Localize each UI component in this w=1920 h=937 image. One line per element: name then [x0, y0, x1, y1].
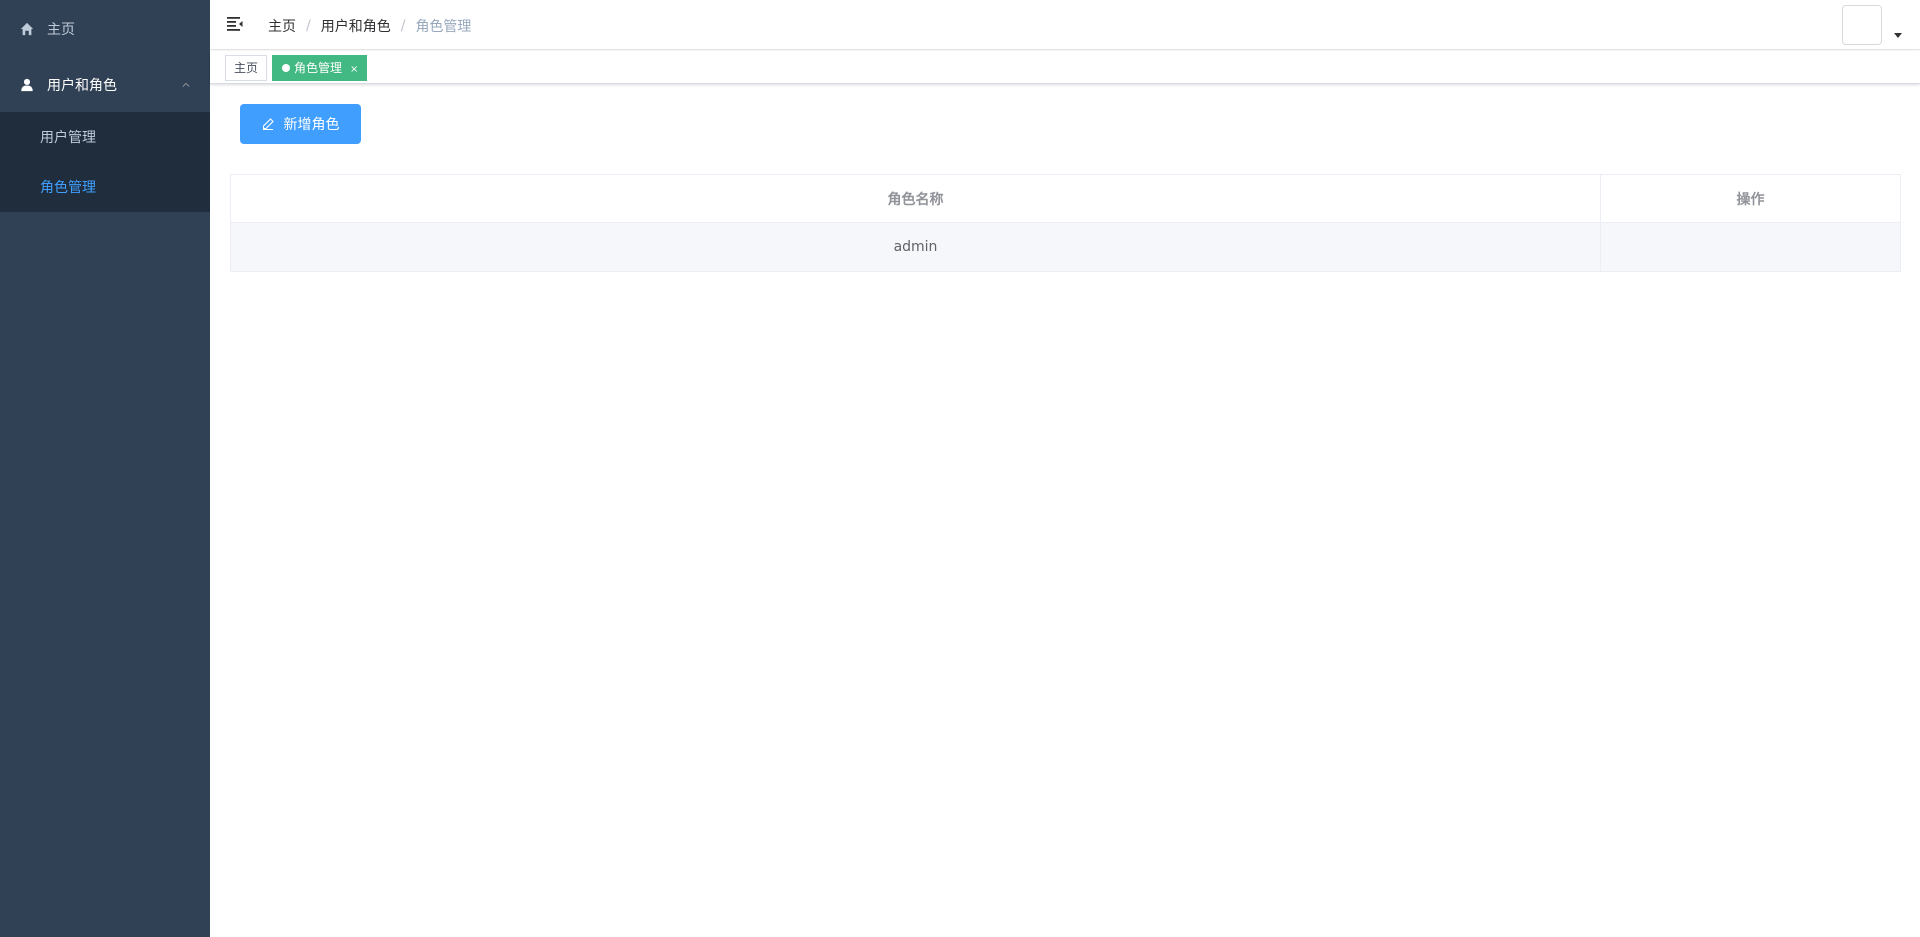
caret-down-icon[interactable] — [1894, 33, 1902, 38]
tag-home[interactable]: 主页 — [225, 55, 268, 81]
user-icon — [21, 78, 33, 92]
chevron-up-icon — [182, 82, 190, 87]
roles-table: 角色名称 操作 admin — [230, 174, 1901, 272]
column-header-actions: 操作 — [1736, 191, 1765, 208]
close-icon[interactable]: × — [350, 58, 358, 82]
sidebar-item-users-and-roles[interactable]: 用户和角色 — [0, 57, 210, 113]
add-role-button[interactable]: 新增角色 — [240, 104, 361, 144]
column-header-role-name: 角色名称 — [231, 175, 1601, 222]
breadcrumb: 主页 / 用户和角色 / 角色管理 — [268, 16, 471, 36]
sidebar-item-user-management[interactable]: 用户管理 — [0, 112, 210, 162]
sidebar-submenu: 用户管理 角色管理 — [0, 112, 210, 212]
table-row[interactable]: admin — [231, 223, 1900, 271]
breadcrumb-home[interactable]: 主页 — [268, 16, 296, 36]
avatar[interactable] — [1842, 5, 1882, 45]
sidebar-item-label: 主页 — [47, 22, 75, 38]
add-role-label: 新增角色 — [283, 116, 340, 132]
active-dot-icon — [282, 64, 290, 72]
sidebar-item-label: 角色管理 — [40, 180, 96, 196]
sidebar-item-label: 用户和角色 — [47, 78, 117, 94]
navbar: 主页 / 用户和角色 / 角色管理 — [210, 0, 1920, 50]
main-content: 新增角色 角色名称 操作 admin — [210, 84, 1920, 937]
role-name-cell: admin — [231, 223, 1601, 271]
edit-icon — [262, 118, 274, 130]
home-icon — [20, 22, 34, 36]
breadcrumb-separator: / — [400, 18, 406, 34]
tags-view: 主页 角色管理 × — [210, 51, 1920, 84]
sidebar-item-label: 用户管理 — [40, 130, 96, 146]
sidebar-item-home[interactable]: 主页 — [0, 1, 210, 57]
sidebar-item-role-management[interactable]: 角色管理 — [0, 162, 210, 212]
breadcrumb-users-and-roles[interactable]: 用户和角色 — [321, 16, 391, 36]
sidebar: 主页 用户和角色 用户管理 角色管理 — [0, 0, 210, 937]
tag-role-management[interactable]: 角色管理 × — [272, 55, 368, 82]
app-root: 主页 用户和角色 用户管理 角色管理 主页 / 用户和角色 / 角色管理 主页 … — [0, 0, 1920, 937]
breadcrumb-separator: / — [306, 18, 311, 34]
table-header-row: 角色名称 操作 — [231, 175, 1900, 223]
breadcrumb-current: 角色管理 — [415, 19, 472, 35]
hamburger-icon[interactable] — [227, 17, 243, 31]
actions-cell — [1601, 223, 1900, 271]
tag-label: 角色管理 — [294, 61, 343, 75]
